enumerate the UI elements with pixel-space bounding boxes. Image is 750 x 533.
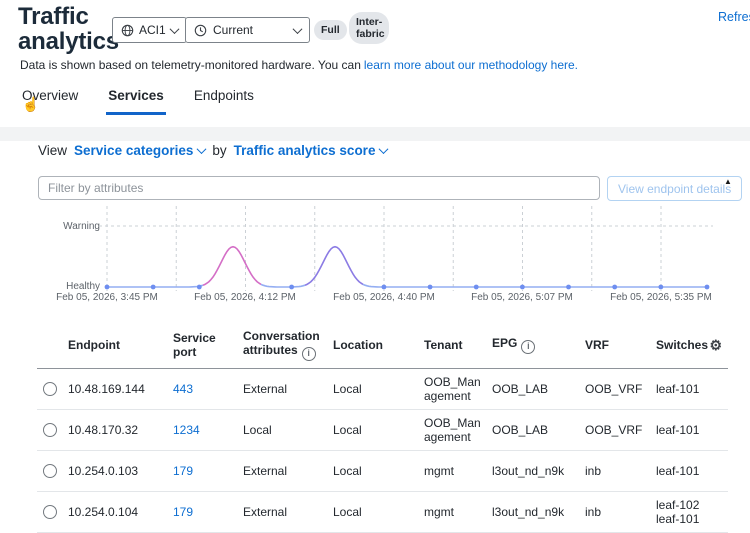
clock-icon xyxy=(194,24,207,36)
row-radio[interactable] xyxy=(43,382,57,396)
cell-conversation-attributes: External xyxy=(243,382,288,396)
cell-switches: leaf-101 xyxy=(656,423,700,437)
cell-endpoint: 10.254.0.104 xyxy=(68,505,139,519)
cell-location: Local xyxy=(333,505,362,519)
tab-bar: Overview Services Endpoints xyxy=(20,86,256,115)
scrollbar-up-icon[interactable]: ▲ xyxy=(724,178,732,186)
section-divider xyxy=(0,127,750,141)
info-icon[interactable]: i xyxy=(521,340,536,354)
by-metric-value: Traffic analytics score xyxy=(233,143,376,158)
chart-xtick: Feb 05, 2026, 5:35 PM xyxy=(610,292,712,303)
cell-vrf: inb xyxy=(585,464,602,478)
header-switches: Switches ⚙ xyxy=(656,337,722,353)
view-category-select[interactable]: Service categories xyxy=(74,143,207,158)
header-vrf: VRF xyxy=(585,338,609,352)
mouse-cursor-icon: ☝ xyxy=(22,96,40,112)
tab-endpoints[interactable]: Endpoints xyxy=(192,86,256,115)
methodology-link[interactable]: learn more about our methodology here. xyxy=(364,58,578,72)
service-port-link[interactable]: 179 xyxy=(173,464,193,478)
info-icon[interactable]: i xyxy=(301,347,316,361)
view-category-value: Service categories xyxy=(74,143,194,158)
table-row[interactable]: 10.254.0.104 179 External Local mgmt l3o… xyxy=(37,492,728,533)
time-range-selector[interactable]: Current xyxy=(185,17,310,43)
traffic-analytics-page: Traffic analytics ACI1 Current Full Inte… xyxy=(0,0,750,533)
cell-epg: l3out_nd_n9k xyxy=(492,505,565,519)
cell-conversation-attributes: External xyxy=(243,505,288,519)
cell-endpoint: 10.48.170.32 xyxy=(68,423,139,437)
cell-conversation-attributes: External xyxy=(243,464,288,478)
cell-location: Local xyxy=(333,423,362,437)
cell-epg: OOB_LAB xyxy=(492,382,549,396)
cell-vrf: OOB_VRF xyxy=(585,382,643,396)
fabric-selector-value: ACI1 xyxy=(139,23,166,37)
header-service-port: Service port xyxy=(173,331,216,359)
globe-icon xyxy=(121,24,134,36)
endpoints-table: Endpoint Service port Conversation attri… xyxy=(37,322,728,533)
traffic-score-chart xyxy=(99,206,713,291)
subtitle-text: Data is shown based on telemetry-monitor… xyxy=(20,58,361,72)
cell-switches: leaf-102 leaf-101 xyxy=(656,498,700,526)
table-row[interactable]: 10.48.170.32 1234 Local Local OOB_Manage… xyxy=(37,410,728,451)
cell-vrf: OOB_VRF xyxy=(585,423,643,437)
header-endpoint: Endpoint xyxy=(68,338,120,352)
chevron-down-icon xyxy=(196,144,207,155)
cell-tenant: mgmt xyxy=(424,464,454,478)
inter-fabric-badge: Inter-fabric xyxy=(349,12,389,44)
filter-input[interactable] xyxy=(38,176,600,200)
table-row[interactable]: 10.48.169.144 443 External Local OOB_Man… xyxy=(37,369,728,410)
row-radio[interactable] xyxy=(43,505,57,519)
table-header-row: Endpoint Service port Conversation attri… xyxy=(37,322,728,369)
service-port-link[interactable]: 179 xyxy=(173,505,193,519)
cell-endpoint: 10.48.169.144 xyxy=(68,382,145,396)
header-conversation-attributes: Conversation attributes i xyxy=(243,329,333,361)
refresh-link[interactable]: Refresh xyxy=(718,10,750,24)
header-tenant: Tenant xyxy=(424,338,463,352)
chevron-down-icon xyxy=(169,23,180,34)
cell-switches: leaf-101 xyxy=(656,464,700,478)
cell-tenant: OOB_Management xyxy=(424,416,481,444)
cell-epg: l3out_nd_n9k xyxy=(492,464,565,478)
cell-vrf: inb xyxy=(585,505,602,519)
cell-switches: leaf-101 xyxy=(656,382,700,396)
cell-endpoint: 10.254.0.103 xyxy=(68,464,139,478)
row-radio[interactable] xyxy=(43,423,57,437)
view-controls: View Service categories by Traffic analy… xyxy=(38,143,389,158)
service-port-link[interactable]: 443 xyxy=(173,382,193,396)
view-label: View xyxy=(38,143,68,158)
tab-services[interactable]: Services xyxy=(106,86,166,115)
cell-tenant: OOB_Management xyxy=(424,375,481,403)
chart-xtick: Feb 05, 2026, 3:45 PM xyxy=(56,292,158,303)
cell-location: Local xyxy=(333,464,362,478)
by-metric-select[interactable]: Traffic analytics score xyxy=(233,143,389,158)
chart-xtick: Feb 05, 2026, 5:07 PM xyxy=(471,292,573,303)
fabric-selector[interactable]: ACI1 xyxy=(112,17,187,43)
full-telemetry-badge: Full xyxy=(314,20,347,40)
chevron-down-icon xyxy=(379,144,389,155)
service-port-link[interactable]: 1234 xyxy=(173,423,200,437)
subtitle: Data is shown based on telemetry-monitor… xyxy=(20,58,578,72)
cell-tenant: mgmt xyxy=(424,505,454,519)
view-endpoint-details-button[interactable]: View endpoint details xyxy=(607,176,743,201)
table-row[interactable]: 10.254.0.103 179 External Local mgmt l3o… xyxy=(37,451,728,492)
cell-location: Local xyxy=(333,382,362,396)
header-location: Location xyxy=(333,338,383,352)
chart-xtick: Feb 05, 2026, 4:40 PM xyxy=(333,292,435,303)
header-epg: EPG i xyxy=(492,336,585,354)
cell-conversation-attributes: Local xyxy=(243,423,272,437)
chart-xtick: Feb 05, 2026, 4:12 PM xyxy=(194,292,296,303)
time-range-value: Current xyxy=(213,23,254,37)
cell-epg: OOB_LAB xyxy=(492,423,549,437)
chevron-down-icon xyxy=(292,23,303,34)
row-radio[interactable] xyxy=(43,464,57,478)
by-label: by xyxy=(212,143,227,158)
gear-icon[interactable]: ⚙ xyxy=(709,338,722,352)
